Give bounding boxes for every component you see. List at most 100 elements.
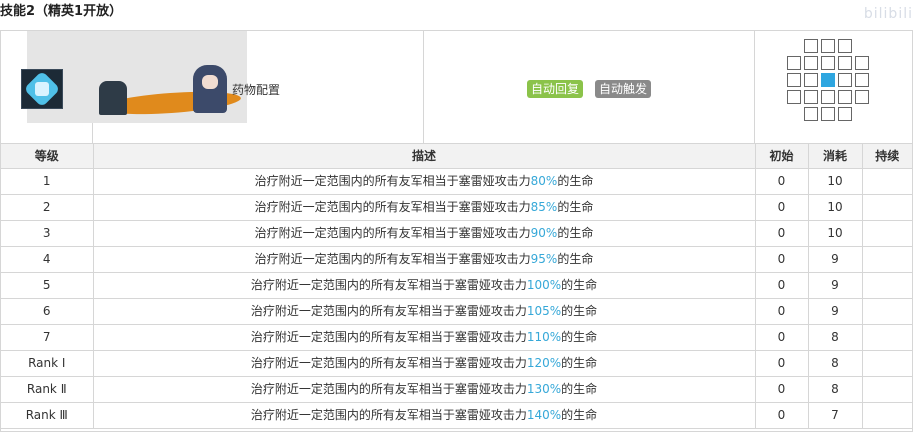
- header-cost: 消耗: [807, 144, 863, 169]
- sp-cost-cell: 9: [807, 246, 863, 273]
- sp-cost-cell: 10: [807, 220, 863, 247]
- duration-cell: [861, 168, 912, 195]
- level-cell: Rank Ⅰ: [1, 350, 94, 377]
- divider: [754, 31, 755, 143]
- heal-percent: 120%: [526, 356, 562, 370]
- heal-percent: 130%: [526, 382, 562, 396]
- table-row: 7 治疗附近一定范围内的所有友军相当于塞雷娅攻击力110%的生命 0 8: [1, 324, 912, 351]
- range-cell: [804, 56, 818, 70]
- range-cell: [804, 39, 818, 53]
- range-cell: [821, 39, 835, 53]
- description-cell: 治疗附近一定范围内的所有友军相当于塞雷娅攻击力100%的生命: [92, 272, 756, 299]
- range-cell: [838, 56, 852, 70]
- level-cell: 4: [1, 246, 94, 273]
- table-row: 5 治疗附近一定范围内的所有友军相当于塞雷娅攻击力100%的生命 0 9: [1, 272, 912, 299]
- table-row: 1 治疗附近一定范围内的所有友军相当于塞雷娅攻击力80%的生命 0 10: [1, 168, 912, 195]
- description-text: 治疗附近一定范围内的所有友军相当于塞雷娅攻击力: [254, 174, 531, 188]
- range-cell: [855, 90, 869, 104]
- table-row: Rank Ⅲ 治疗附近一定范围内的所有友军相当于塞雷娅攻击力140%的生命 0 7: [1, 402, 912, 429]
- sp-cost-cell: 10: [807, 194, 863, 221]
- sp-cost-cell: 8: [807, 350, 863, 377]
- initial-sp-cell: 0: [754, 194, 809, 221]
- description-suffix: 的生命: [561, 330, 598, 344]
- table-row: 3 治疗附近一定范围内的所有友军相当于塞雷娅攻击力90%的生命 0 10: [1, 220, 912, 247]
- heal-percent: 105%: [526, 304, 562, 318]
- range-cell: [821, 90, 835, 104]
- range-cell: [804, 107, 818, 121]
- duration-cell: [861, 246, 912, 273]
- description-cell: 治疗附近一定范围内的所有友军相当于塞雷娅攻击力110%的生命: [92, 324, 756, 351]
- initial-sp-cell: 0: [754, 220, 809, 247]
- description-suffix: 的生命: [557, 174, 594, 188]
- sp-cost-cell: 8: [807, 324, 863, 351]
- table-row: Rank Ⅱ 治疗附近一定范围内的所有友军相当于塞雷娅攻击力130%的生命 0 8: [1, 376, 912, 403]
- heal-percent: 140%: [526, 408, 562, 422]
- initial-sp-cell: 0: [754, 246, 809, 273]
- bilibili-watermark: bilibili: [863, 6, 913, 22]
- range-self-cell: [821, 73, 835, 87]
- header-level: 等级: [1, 144, 94, 169]
- sp-cost-cell: 8: [807, 376, 863, 403]
- description-cell: 治疗附近一定范围内的所有友军相当于塞雷娅攻击力95%的生命: [92, 246, 756, 273]
- duration-cell: [861, 298, 912, 325]
- description-suffix: 的生命: [561, 356, 598, 370]
- description-text: 治疗附近一定范围内的所有友军相当于塞雷娅攻击力: [254, 200, 531, 214]
- range-cell: [787, 90, 801, 104]
- table-row: 6 治疗附近一定范围内的所有友军相当于塞雷娅攻击力105%的生命 0 9: [1, 298, 912, 325]
- level-cell: Rank Ⅲ: [1, 402, 94, 429]
- description-text: 治疗附近一定范围内的所有友军相当于塞雷娅攻击力: [254, 226, 531, 240]
- skill-level-table: 等级 描述 初始 消耗 持续 1 治疗附近一定范围内的所有友军相当于塞雷娅攻击力8…: [1, 144, 912, 429]
- description-text: 治疗附近一定范围内的所有友军相当于塞雷娅攻击力: [250, 330, 527, 344]
- duration-cell: [861, 376, 912, 403]
- sp-cost-cell: 10: [807, 168, 863, 195]
- range-cell: [804, 73, 818, 87]
- initial-sp-cell: 0: [754, 376, 809, 403]
- description-text: 治疗附近一定范围内的所有友军相当于塞雷娅攻击力: [250, 278, 527, 292]
- table-row: 4 治疗附近一定范围内的所有友军相当于塞雷娅攻击力95%的生命 0 9: [1, 246, 912, 273]
- heal-percent: 100%: [526, 278, 562, 292]
- description-suffix: 的生命: [557, 252, 594, 266]
- description-cell: 治疗附近一定范围内的所有友军相当于塞雷娅攻击力85%的生命: [92, 194, 756, 221]
- level-cell: 1: [1, 168, 94, 195]
- description-text: 治疗附近一定范围内的所有友军相当于塞雷娅攻击力: [250, 356, 527, 370]
- section-title: 技能2（精英1开放）: [0, 4, 123, 19]
- level-cell: Rank Ⅱ: [1, 376, 94, 403]
- range-cell: [838, 39, 852, 53]
- description-cell: 治疗附近一定范围内的所有友军相当于塞雷娅攻击力120%的生命: [92, 350, 756, 377]
- sp-cost-cell: 7: [807, 402, 863, 429]
- level-cell: 2: [1, 194, 94, 221]
- header-initial: 初始: [754, 144, 809, 169]
- description-text: 治疗附近一定范围内的所有友军相当于塞雷娅攻击力: [254, 252, 531, 266]
- description-suffix: 的生命: [557, 200, 594, 214]
- level-cell: 3: [1, 220, 94, 247]
- description-cell: 治疗附近一定范围内的所有友军相当于塞雷娅攻击力140%的生命: [92, 402, 756, 429]
- table-row: 2 治疗附近一定范围内的所有友军相当于塞雷娅攻击力85%的生命 0 10: [1, 194, 912, 221]
- tag-auto-trigger: 自动触发: [595, 80, 652, 98]
- sp-cost-cell: 9: [807, 272, 863, 299]
- attack-range-grid: [787, 39, 887, 139]
- initial-sp-cell: 0: [754, 272, 809, 299]
- level-cell: 6: [1, 298, 94, 325]
- range-cell: [821, 56, 835, 70]
- table-header-row: 等级 描述 初始 消耗 持续: [1, 144, 912, 169]
- level-cell: 5: [1, 272, 94, 299]
- range-cell: [838, 107, 852, 121]
- tag-auto-recovery: 自动回复: [527, 80, 584, 98]
- initial-sp-cell: 0: [754, 168, 809, 195]
- duration-cell: [861, 324, 912, 351]
- range-cell: [838, 73, 852, 87]
- character-figure: [193, 65, 227, 113]
- description-cell: 治疗附近一定范围内的所有友军相当于塞雷娅攻击力105%的生命: [92, 298, 756, 325]
- duration-cell: [861, 194, 912, 221]
- heal-percent: 85%: [530, 200, 558, 214]
- description-cell: 治疗附近一定范围内的所有友军相当于塞雷娅攻击力80%的生命: [92, 168, 756, 195]
- header-duration: 持续: [861, 144, 912, 169]
- initial-sp-cell: 0: [754, 402, 809, 429]
- character-figure-small: [99, 81, 127, 115]
- description-cell: 治疗附近一定范围内的所有友军相当于塞雷娅攻击力90%的生命: [92, 220, 756, 247]
- description-suffix: 的生命: [557, 226, 594, 240]
- range-cell: [855, 56, 869, 70]
- initial-sp-cell: 0: [754, 350, 809, 377]
- duration-cell: [861, 272, 912, 299]
- initial-sp-cell: 0: [754, 298, 809, 325]
